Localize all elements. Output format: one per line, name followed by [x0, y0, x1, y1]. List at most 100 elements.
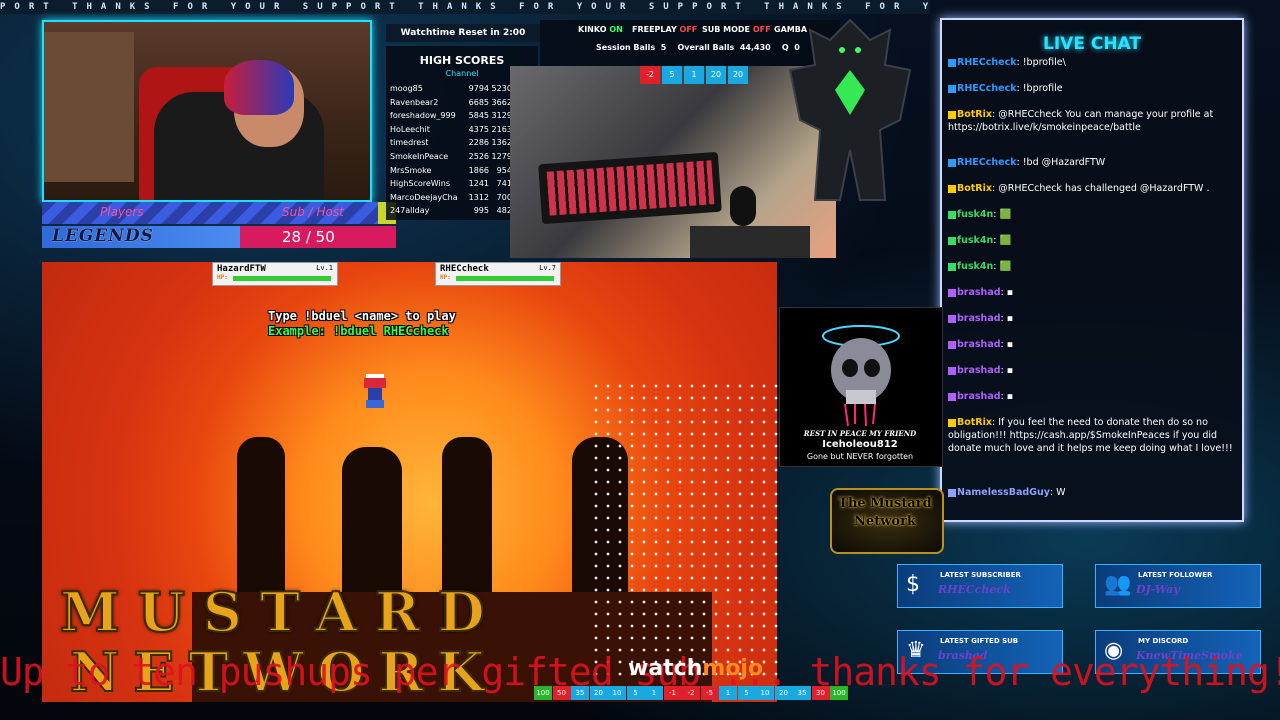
chat-message: brashad: ▪ [948, 312, 1234, 325]
player1-name: HazardFTW [217, 264, 266, 274]
high-score-name: Ravenbear2 [390, 97, 439, 107]
watchtime-reset: Watchtime Reset in 2:00 [386, 24, 540, 42]
chat-username[interactable]: BotRix [957, 183, 992, 194]
chat-username[interactable]: BotRix [957, 417, 992, 428]
chat-text: : !bprofile\ [1016, 57, 1066, 68]
chat-username[interactable]: fusk4n [957, 261, 993, 272]
chat-text: : 🟩 [993, 209, 1012, 220]
counter-chip: 1 [684, 66, 704, 84]
pixel-character-icon [364, 374, 386, 408]
counter-chip: 20 [728, 66, 748, 84]
skull-icon [822, 325, 900, 427]
my-discord-label: MY DISCORD [1138, 637, 1189, 645]
high-score-value: 4375 [468, 124, 489, 134]
keyboard [538, 151, 722, 225]
high-score-value: 6685 [468, 97, 489, 107]
chat-username[interactable]: brashad [957, 339, 1001, 350]
high-score-name: moog85 [390, 84, 423, 93]
high-score-name: foreshadow_999 [390, 111, 456, 121]
player2-level: Lv.7 [539, 264, 556, 272]
player2-name: RHECcheck [440, 264, 489, 274]
bottom-chip: 5 [737, 686, 756, 700]
bottom-chip: -5 [700, 686, 719, 700]
latest-follower-value: DJ-Way [1136, 583, 1180, 596]
player2-hp-bar [456, 276, 554, 281]
mustard-title: MUSTARD [59, 579, 503, 645]
high-score-value: 1312 [468, 192, 489, 202]
player1-hp-bar [233, 276, 331, 281]
kinko-status: KINKO ON [578, 25, 623, 34]
shelf [44, 32, 134, 182]
user-badge-icon [948, 210, 956, 219]
high-score-name: MarcoDeejayChai [390, 192, 458, 202]
watchmojo-a: watch [628, 656, 703, 681]
high-score-name: timedrest [390, 138, 429, 148]
chat-text: : !bprofile [1016, 83, 1063, 94]
user-badge-icon [948, 84, 956, 93]
bottom-chip: 1 [719, 686, 737, 700]
legends-title: LEGENDS [52, 226, 154, 246]
chat-text: : ▪ [1000, 365, 1014, 376]
user-badge-icon [948, 288, 956, 297]
sub-host-label: Sub / Host [282, 205, 344, 219]
bottom-chip: 35 [571, 686, 589, 700]
streamer-webcam [42, 20, 372, 202]
chat-username[interactable]: brashad [957, 391, 1001, 402]
chat-message: brashad: ▪ [948, 390, 1234, 403]
user-badge-icon [948, 236, 956, 245]
high-score-value: 2526 [468, 152, 489, 161]
user-badge-icon [948, 184, 956, 193]
bottom-chip: 35 [793, 686, 811, 700]
bottom-chip: 100 [830, 686, 848, 700]
mouse-pad [690, 226, 810, 258]
chat-username[interactable]: RHECcheck [957, 157, 1017, 168]
chat-username[interactable]: brashad [957, 365, 1001, 376]
chat-username[interactable]: RHECcheck [957, 57, 1017, 68]
high-score-value: 995 [473, 206, 489, 216]
user-badge-icon [948, 314, 956, 323]
latest-gifted-sub-label: LATEST GIFTED SUB [940, 637, 1019, 645]
latest-subscriber-icon: $ [906, 572, 920, 597]
high-score-name: SmokeInPeace [390, 152, 449, 161]
chat-username[interactable]: fusk4n [957, 209, 993, 220]
mustard-network-logo-text: The Mustard Network [838, 496, 932, 529]
counter-chip: 5 [662, 66, 682, 84]
bottom-chip: 100 [534, 686, 552, 700]
latest-follower-panel: 👥 LATEST FOLLOWER DJ-Way [1095, 564, 1261, 608]
user-badge-icon [948, 488, 956, 497]
chat-text: : ▪ [1000, 287, 1014, 298]
duel-example: Example: !bduel RHECcheck [268, 324, 449, 338]
legends-count: 28 / 50 [282, 228, 335, 246]
counter-chip: -2 [640, 66, 660, 84]
keyboard-keys [546, 160, 715, 216]
chat-username[interactable]: NamelessBadGuy [957, 487, 1050, 498]
memorial-rip: REST IN PEACE MY FRIEND [803, 429, 917, 438]
chat-username[interactable]: brashad [957, 287, 1001, 298]
armored-character-icon [788, 18, 912, 201]
player2-hp-label: HP: [440, 274, 451, 281]
chat-text: : 🟩 [993, 261, 1012, 272]
player2-card: RHECcheck Lv.7 HP: [435, 262, 561, 286]
dot-pattern [590, 380, 780, 680]
user-badge-icon [948, 110, 956, 119]
chat-username[interactable]: fusk4n [957, 235, 993, 246]
chat-message: NamelessBadGuy: W [948, 486, 1234, 499]
players-label: Players [100, 205, 144, 219]
chat-message: BotRix: @RHECcheck You can manage your p… [948, 108, 1234, 134]
chat-text: : @RHECcheck has challenged @HazardFTW . [992, 183, 1210, 194]
chat-message: fusk4n: 🟩 [948, 208, 1234, 221]
high-score-value: 2286 [468, 138, 489, 148]
user-badge-icon [948, 58, 956, 67]
counter-chip: 20 [706, 66, 726, 84]
chat-username[interactable]: BotRix [957, 109, 992, 120]
chat-username[interactable]: RHECcheck [957, 83, 1017, 94]
chat-message: BotRix: @RHECcheck has challenged @Hazar… [948, 182, 1234, 195]
user-badge-icon [948, 340, 956, 349]
high-score-name: HoLeechit [390, 124, 430, 134]
player1-level: Lv.1 [316, 264, 333, 272]
chat-message: fusk4n: 🟩 [948, 260, 1234, 273]
bottom-chip: 20 [774, 686, 793, 700]
chat-username[interactable]: brashad [957, 313, 1001, 324]
live-chat-title: LIVE CHAT [1043, 34, 1141, 54]
chat-text: : ▪ [1000, 339, 1014, 350]
